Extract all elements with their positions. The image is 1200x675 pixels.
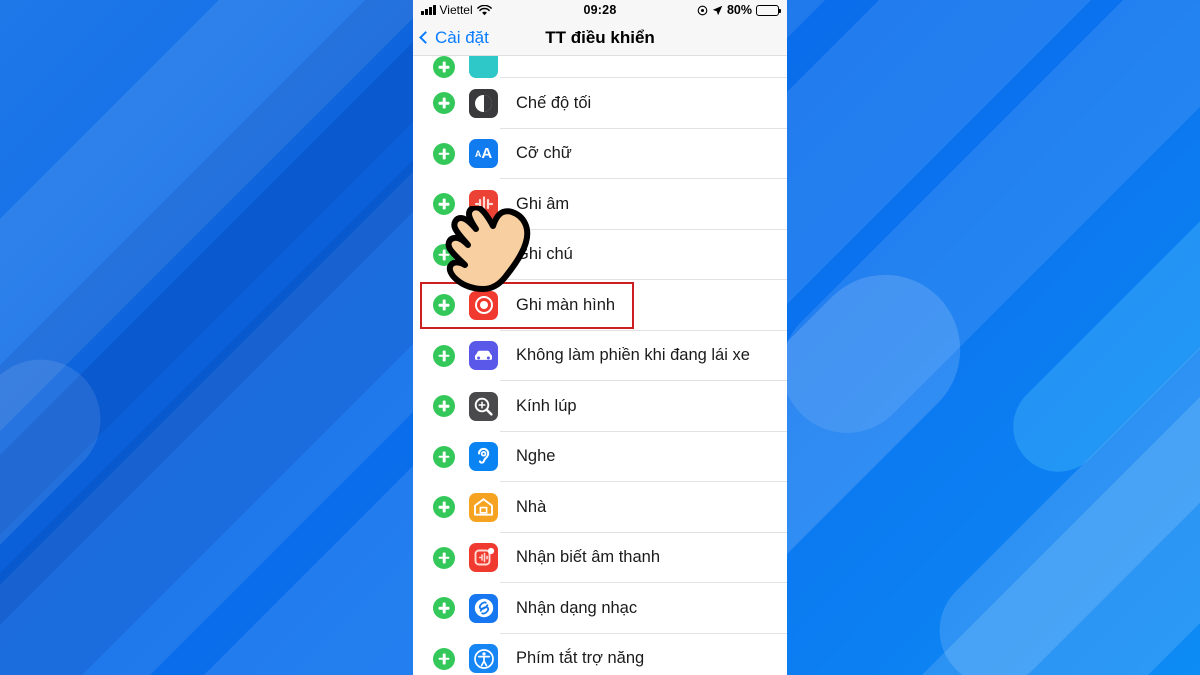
list-row-label: Ghi chú	[516, 245, 573, 264]
screen-lock-rotation-icon	[697, 5, 708, 16]
list-row[interactable]: Ghi chú	[413, 229, 787, 280]
list-row[interactable]: Nhận dạng nhạc	[413, 583, 787, 634]
location-arrow-icon	[712, 5, 723, 16]
control-center-more-controls-list[interactable]: Chế độ tối A A Cỡ chữ Ghi âm Ghi chú Ghi màn h…	[413, 56, 787, 675]
magnifier-icon	[469, 391, 498, 421]
list-row-label: Cỡ chữ	[516, 144, 572, 163]
list-row[interactable]: Kính lúp	[413, 381, 787, 432]
partial-teal-icon	[469, 56, 498, 78]
plus-circle-icon[interactable]	[433, 56, 455, 78]
shazam-icon	[469, 593, 498, 623]
plus-circle-icon[interactable]	[433, 193, 455, 216]
plus-circle-icon[interactable]	[433, 92, 455, 115]
status-bar: Viettel 09:28 80%	[413, 0, 787, 20]
list-row-partial[interactable]	[413, 56, 787, 78]
list-row-label: Ghi màn hình	[516, 295, 616, 314]
plus-circle-icon[interactable]	[433, 546, 455, 569]
screenshot-root: Viettel 09:28 80% Cài đặt TT điều khiển …	[0, 0, 1200, 675]
voice-memos-icon	[469, 189, 498, 219]
screen-record-icon	[469, 290, 498, 320]
list-row-label: Nhận dạng nhạc	[516, 598, 638, 617]
list-row-label: Kính lúp	[516, 396, 577, 415]
battery-percent-label: 80%	[726, 3, 752, 17]
navigation-bar: Cài đặt TT điều khiển	[413, 20, 787, 56]
text-size-icon: AA	[469, 139, 498, 169]
plus-circle-icon[interactable]	[433, 243, 455, 266]
plus-circle-icon[interactable]	[433, 344, 455, 367]
plus-circle-icon[interactable]	[433, 294, 455, 317]
back-button[interactable]: Cài đặt	[419, 27, 489, 48]
plus-circle-icon[interactable]	[433, 142, 455, 165]
plus-circle-icon[interactable]	[433, 395, 455, 418]
back-button-label: Cài đặt	[435, 27, 489, 47]
plus-circle-icon[interactable]	[433, 496, 455, 519]
list-row-label: Chế độ tối	[516, 93, 592, 112]
phone-screen: Viettel 09:28 80% Cài đặt TT điều khiển …	[413, 0, 787, 675]
dark-mode-icon	[469, 88, 498, 118]
sound-recognition-icon	[469, 543, 498, 573]
list-row-label: Nhận biết âm thanh	[516, 548, 661, 567]
status-bar-right: 80%	[697, 3, 782, 17]
list-row[interactable]: Chế độ tối	[413, 78, 787, 129]
home-icon	[469, 492, 498, 522]
plus-circle-icon[interactable]	[433, 445, 455, 468]
list-row[interactable]: Nhà	[413, 482, 787, 533]
do-not-disturb-driving-icon	[469, 341, 498, 371]
hearing-icon	[469, 442, 498, 472]
list-row-label: Nghe	[516, 447, 556, 466]
list-row[interactable]: Ghi màn hình	[413, 280, 787, 331]
list-row[interactable]: Nhận biết âm thanh	[413, 532, 787, 583]
plus-circle-icon[interactable]	[433, 647, 455, 670]
list-row[interactable]: Ghi âm	[413, 179, 787, 230]
list-row[interactable]: Phím tắt trợ năng	[413, 633, 787, 675]
plus-circle-icon[interactable]	[433, 597, 455, 620]
list-row-label: Phím tắt trợ năng	[516, 649, 645, 668]
list-row-label: Nhà	[516, 497, 547, 516]
list-row[interactable]: Nghe	[413, 431, 787, 482]
chevron-left-icon	[419, 31, 432, 44]
list-row[interactable]: Không làm phiền khi đang lái xe	[413, 330, 787, 381]
battery-icon	[756, 4, 782, 16]
list-row-label: Không làm phiền khi đang lái xe	[516, 346, 750, 365]
list-row[interactable]: A A Cỡ chữ	[413, 128, 787, 179]
notes-icon	[469, 240, 498, 270]
accessibility-shortcut-icon	[469, 644, 498, 674]
list-row-label: Ghi âm	[516, 194, 570, 213]
